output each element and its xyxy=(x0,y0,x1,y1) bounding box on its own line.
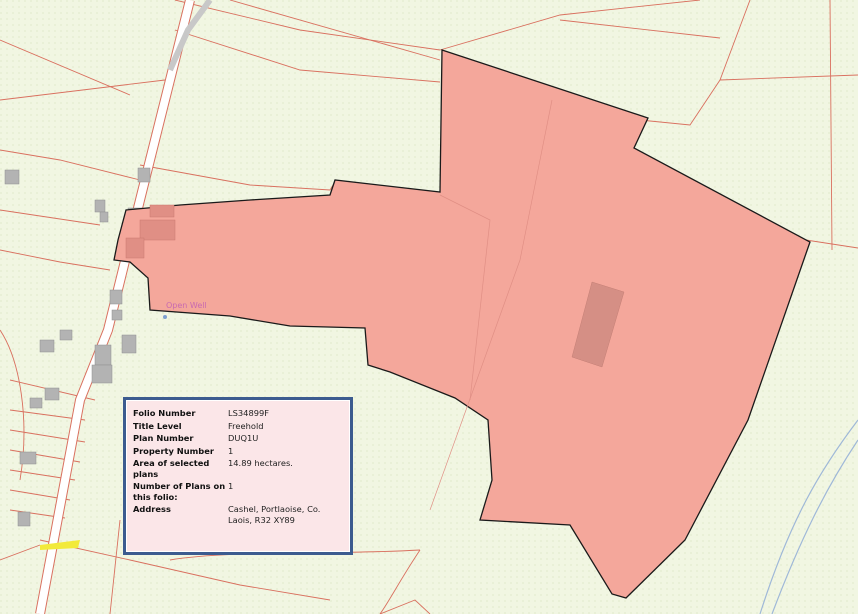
folio-info-popup: Folio Number LS34899F Title Level Freeho… xyxy=(123,397,353,555)
popup-key: Property Number xyxy=(133,445,214,456)
popup-value: Freehold xyxy=(228,420,264,431)
popup-value: 14.89 hectares. xyxy=(228,458,293,468)
open-well-marker xyxy=(163,315,167,319)
popup-key: Plan Number xyxy=(133,433,194,443)
popup-key: Folio Number xyxy=(133,408,196,418)
popup-row-plan-number: Plan Number DUQ1U xyxy=(133,433,343,444)
popup-key: Title Level xyxy=(133,420,182,431)
popup-key: Area of selected plans xyxy=(133,458,210,479)
popup-value: LS34899F xyxy=(228,408,270,418)
popup-value: DUQ1U xyxy=(228,433,259,443)
popup-row-title-level: Title Level Freehold xyxy=(133,421,343,432)
popup-key: Number of Plans on this folio: xyxy=(133,481,226,502)
popup-row-folio-number: Folio Number LS34899F xyxy=(133,408,343,419)
popup-value: Cashel, Portlaoise, Co. Laois, R32 XY89 xyxy=(228,504,321,525)
open-well-label: Open Well xyxy=(166,301,207,310)
popup-row-property-number: Property Number 1 xyxy=(133,446,343,457)
popup-row-number-of-plans: Number of Plans on this folio: 1 xyxy=(133,481,343,502)
popup-row-area: Area of selected plans 14.89 hectares. xyxy=(133,458,343,479)
popup-value: 1 xyxy=(228,481,234,491)
popup-value: 1 xyxy=(228,445,234,456)
popup-row-address: Address Cashel, Portlaoise, Co. Laois, R… xyxy=(133,504,343,525)
popup-key: Address xyxy=(133,504,171,514)
